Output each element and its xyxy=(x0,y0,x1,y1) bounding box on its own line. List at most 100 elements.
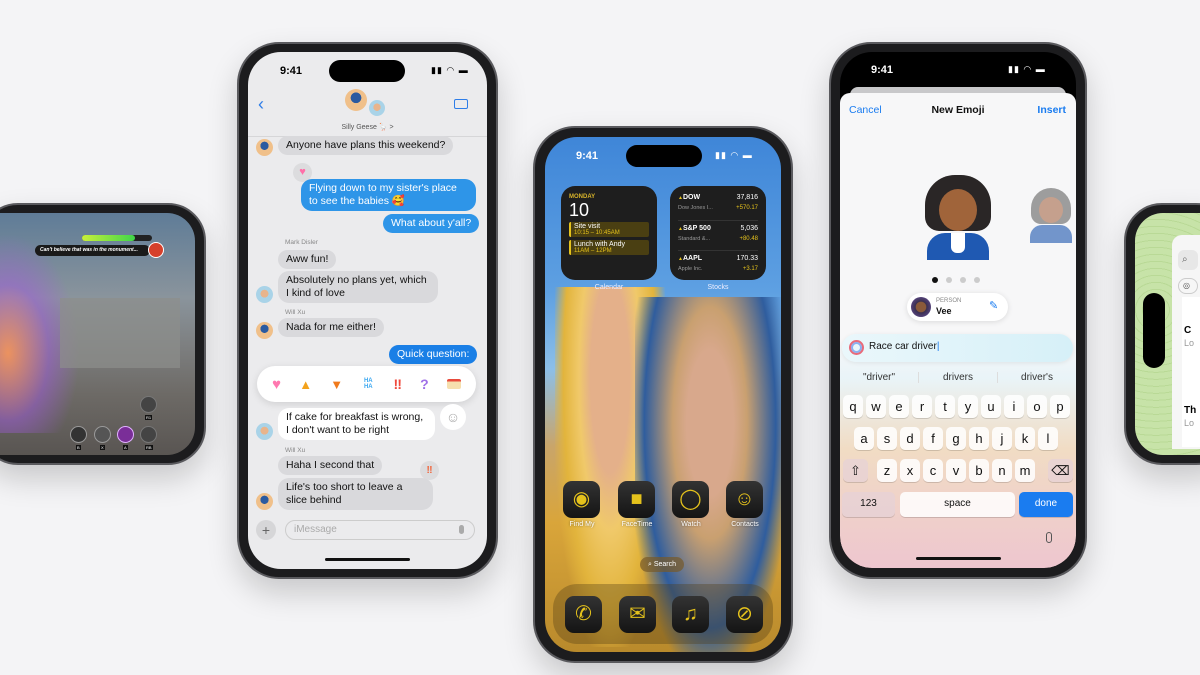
result-title[interactable]: Th xyxy=(1184,405,1196,416)
punch-button[interactable] xyxy=(70,426,87,443)
calendar-label: Calendar xyxy=(594,284,624,291)
exclamation-reaction[interactable]: ‼ xyxy=(394,376,402,392)
game-screen[interactable]: Can't believe that was in the monument..… xyxy=(0,213,195,455)
phone-icon[interactable]: ✆ xyxy=(565,596,602,633)
key-s[interactable]: s xyxy=(877,427,897,450)
key-m[interactable]: m xyxy=(1015,459,1035,482)
suggestion-1[interactable]: "driver" xyxy=(840,372,919,383)
message-bubble-selected[interactable]: If cake for breakfast is wrong, I don't … xyxy=(278,408,435,440)
message-input[interactable]: iMessage xyxy=(285,520,475,540)
space-key[interactable]: space xyxy=(900,492,1015,517)
group-name[interactable]: Silly Geese 🪿 > xyxy=(248,123,487,131)
edit-pencil-icon[interactable]: ✎ xyxy=(989,299,998,312)
cake-emoji-reaction[interactable] xyxy=(446,379,461,389)
compass-icon[interactable]: ⊘ xyxy=(726,596,763,633)
watch-app-icon[interactable]: ◯ xyxy=(672,481,709,518)
calendar-widget[interactable]: MONDAY 10 Site visit 10:15 – 10:45AM Lun… xyxy=(561,186,657,280)
insert-button[interactable]: Insert xyxy=(1037,104,1066,116)
key-h[interactable]: h xyxy=(969,427,989,450)
key-v[interactable]: v xyxy=(946,459,966,482)
stock-row[interactable]: ▲S&P 500 5,036 Standard &... +80.48 xyxy=(678,221,758,251)
key-n[interactable]: n xyxy=(992,459,1012,482)
key-o[interactable]: o xyxy=(1027,395,1047,418)
key-c[interactable]: c xyxy=(923,459,943,482)
add-reaction-icon[interactable]: ☺ xyxy=(440,404,466,430)
video-call-icon[interactable] xyxy=(454,99,468,109)
key-q[interactable]: q xyxy=(843,395,863,418)
contacts-app-icon[interactable]: ☺ xyxy=(726,481,763,518)
shift-key[interactable]: ⇧ xyxy=(843,459,868,482)
key-e[interactable]: e xyxy=(889,395,909,418)
message-bubble[interactable]: Life's too short to leave a slice behind xyxy=(278,478,433,510)
thumbs-up-reaction[interactable]: ▲ xyxy=(299,377,312,392)
mail-icon[interactable]: ✉ xyxy=(619,596,656,633)
key-k[interactable]: k xyxy=(1015,427,1035,450)
key-g[interactable]: g xyxy=(946,427,966,450)
key-b[interactable]: b xyxy=(969,459,989,482)
key-l[interactable]: l xyxy=(1038,427,1058,450)
music-icon[interactable]: ♫ xyxy=(672,596,709,633)
search-icon[interactable]: ⌕ xyxy=(1178,250,1198,270)
dictation-microphone-icon[interactable] xyxy=(1046,532,1052,543)
message-bubble[interactable]: Flying down to my sister's place to see … xyxy=(301,179,476,211)
thumbs-down-reaction[interactable]: ▼ xyxy=(330,377,343,392)
calendar-event[interactable]: Lunch with Andy 11AM – 12PM xyxy=(569,240,649,255)
home-indicator xyxy=(325,558,410,561)
facetime-app-icon[interactable]: ■ xyxy=(618,481,655,518)
key-a[interactable]: a xyxy=(854,427,874,450)
search-pill[interactable]: ⌕ Search xyxy=(640,557,684,572)
key-f[interactable]: f xyxy=(923,427,943,450)
key-p[interactable]: p xyxy=(1050,395,1070,418)
key-z[interactable]: z xyxy=(877,459,897,482)
plus-button[interactable]: + xyxy=(256,520,276,540)
special-button[interactable] xyxy=(117,426,134,443)
stocks-widget[interactable]: ▲DOW 37,816 Dow Jones I... +570.17 ▲S&P … xyxy=(670,186,766,280)
suggestion-2[interactable]: drivers xyxy=(919,372,998,383)
key-y[interactable]: y xyxy=(958,395,978,418)
key-u[interactable]: u xyxy=(981,395,1001,418)
find-my-app-icon[interactable]: ◉ xyxy=(563,481,600,518)
message-bubble[interactable]: Absolutely no plans yet, which I kind of… xyxy=(278,271,438,303)
key-j[interactable]: j xyxy=(992,427,1012,450)
message-bubble[interactable]: Anyone have plans this weekend? xyxy=(278,136,454,155)
camera-cutout xyxy=(1143,293,1165,368)
key-d[interactable]: d xyxy=(900,427,920,450)
avatar xyxy=(256,493,273,510)
stock-row[interactable]: ▲AAPL 170.33 Apple Inc. +3.17 xyxy=(678,251,758,279)
key-r[interactable]: r xyxy=(912,395,932,418)
result-title[interactable]: C xyxy=(1184,325,1191,336)
message-bubble[interactable]: Quick question: xyxy=(389,345,478,364)
key-w[interactable]: w xyxy=(866,395,886,418)
delete-key[interactable]: ⌫ xyxy=(1048,459,1073,482)
emoji-variant-preview[interactable] xyxy=(1028,188,1074,243)
group-avatar[interactable] xyxy=(345,89,367,111)
calendar-event[interactable]: Site visit 10:15 – 10:45AM xyxy=(569,222,649,237)
question-reaction[interactable]: ? xyxy=(420,376,429,392)
swap-button[interactable] xyxy=(140,426,157,443)
avatar xyxy=(256,139,273,156)
key-i[interactable]: i xyxy=(1004,395,1024,418)
chevron-button[interactable] xyxy=(94,426,111,443)
person-pill[interactable]: PERSON Vee ✎ xyxy=(907,293,1008,321)
key-t[interactable]: t xyxy=(935,395,955,418)
generated-emoji[interactable] xyxy=(921,175,995,260)
numbers-key[interactable]: 123 xyxy=(842,492,895,517)
filter-icon[interactable]: ◎ xyxy=(1178,278,1198,294)
sender-name: Mark Disler xyxy=(285,239,318,246)
message-bubble[interactable]: What about y'all? xyxy=(383,214,480,233)
message-bubble[interactable]: Haha I second that xyxy=(278,456,383,475)
jump-button[interactable] xyxy=(140,396,157,413)
done-key[interactable]: done xyxy=(1019,492,1073,517)
microphone-icon[interactable] xyxy=(459,525,464,534)
stock-row[interactable]: ▲DOW 37,816 Dow Jones I... +570.17 xyxy=(678,192,758,221)
prompt-field[interactable]: Race car driver| xyxy=(842,334,1073,362)
page-dots[interactable] xyxy=(932,277,980,283)
message-bubble[interactable]: Aww fun! xyxy=(278,250,337,269)
key-x[interactable]: x xyxy=(900,459,920,482)
message-bubble[interactable]: Nada for me either! xyxy=(278,318,384,337)
haha-reaction[interactable]: HA HA xyxy=(361,378,375,390)
event-title: Lunch with Andy xyxy=(574,241,625,248)
heart-reaction[interactable]: ♥ xyxy=(272,376,281,393)
back-chevron-icon[interactable]: ‹ xyxy=(258,94,264,115)
suggestion-3[interactable]: driver's xyxy=(998,372,1076,383)
